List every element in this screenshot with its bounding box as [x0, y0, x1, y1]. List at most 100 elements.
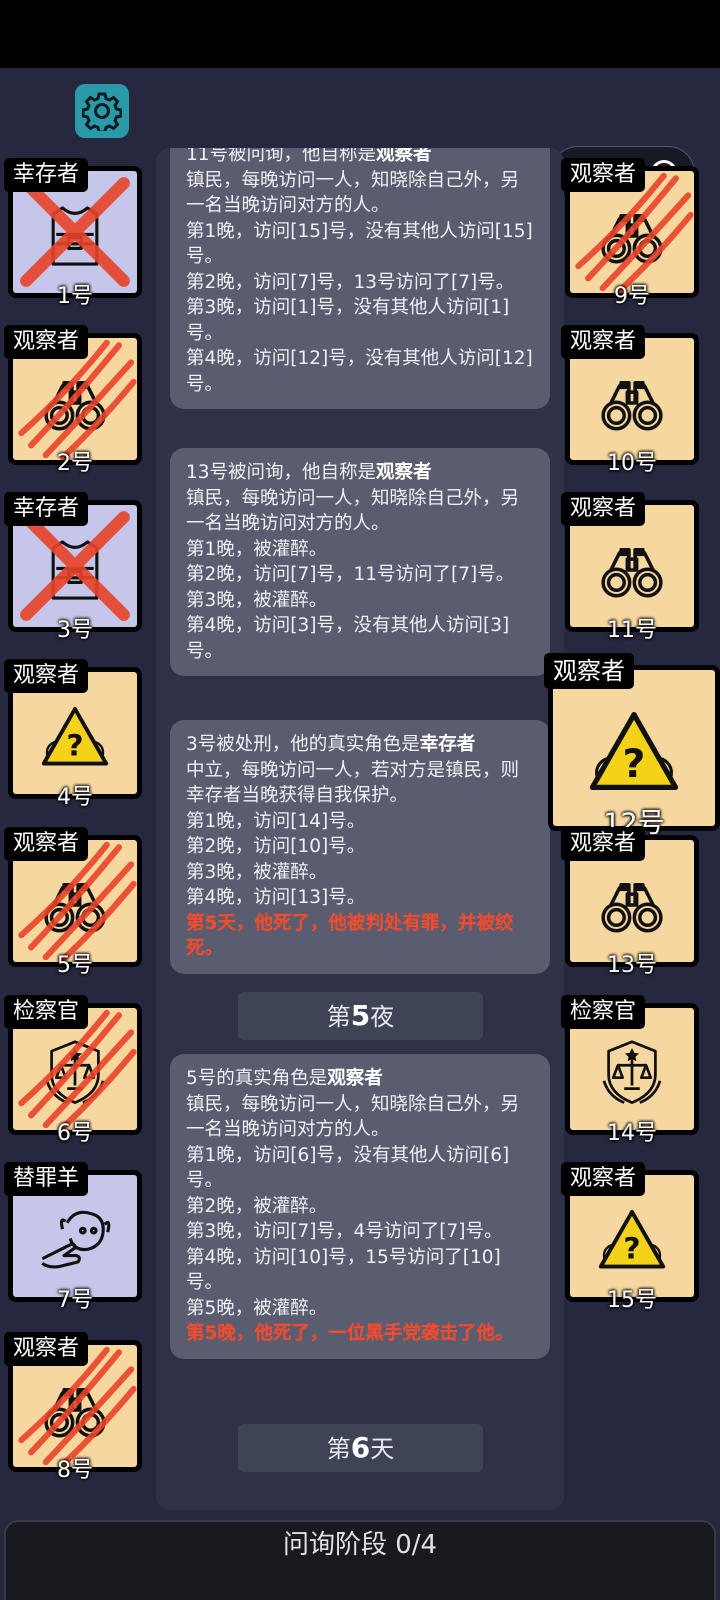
divider-suffix: 天 [370, 1435, 395, 1463]
phase-divider: 第6天 [238, 1424, 483, 1472]
player-role-label: 检察官 [561, 995, 646, 1029]
divider-number: 5 [350, 999, 371, 1032]
player-role-label: 幸存者 [4, 158, 89, 192]
gear-icon [82, 92, 122, 131]
message-line: 第1晚，访问[6]号，没有其他人访问[6]号。 [186, 1144, 510, 1192]
player-number: 13号 [607, 953, 657, 978]
message-line: 镇民，每晚访问一人，知晓除自己外，另一名当晚访问对方的人。 [186, 1093, 520, 1141]
divider-suffix: 夜 [370, 1003, 395, 1031]
message-header: 11号被问询，他自称是 [186, 148, 377, 165]
message-line: 镇民，每晚访问一人，知晓除自己外，另一名当晚访问对方的人。 [186, 169, 520, 217]
phase-label: 问询阶段 0/4 [282, 1530, 438, 1560]
player-card[interactable]: 观察者 11号 [561, 492, 699, 643]
player-role-label: 检察官 [4, 995, 89, 1029]
player-number: 3号 [57, 618, 93, 643]
message-line: 第4晚，访问[10]号，15号访问了[10]号。 [186, 1246, 501, 1294]
message-card: 3号被处刑，他的真实角色是幸存者 中立，每晚访问一人，若对方是镇民，则幸存者当晚… [170, 720, 550, 974]
death-notice: 第5晚，他死了，一位黑手党袭击了他。 [186, 1323, 514, 1344]
player-role-label: 观察者 [561, 325, 646, 359]
player-number: 2号 [57, 451, 93, 476]
message-line: 第4晚，访问[3]号，没有其他人访问[3]号。 [186, 615, 510, 662]
message-line: 第5晚，被灌醉。 [186, 1297, 328, 1319]
player-number: 1号 [57, 284, 93, 309]
warning-icon: ? [567, 700, 701, 804]
player-card[interactable]: 观察者 5号 [4, 827, 142, 978]
player-number: 5号 [57, 953, 93, 978]
player-card[interactable]: 观察者 13号 [561, 827, 699, 978]
player-number: 8号 [57, 1458, 93, 1483]
player-role-label: 替罪羊 [4, 1162, 89, 1196]
message-header: 5号的真实角色是 [186, 1068, 328, 1089]
player-card[interactable]: ? 观察者 12号 [544, 653, 720, 839]
player-role-label: 观察者 [561, 1162, 646, 1196]
settings-button[interactable] [75, 84, 129, 138]
message-line: 第3晚，被灌醉。 [186, 861, 328, 883]
player-number: 9号 [614, 284, 650, 309]
svg-text:?: ? [623, 741, 646, 787]
player-card[interactable]: 检察官 14号 [561, 995, 699, 1146]
player-card[interactable]: ? 观察者 15号 [561, 1162, 699, 1313]
message-line: 第3晚，被灌醉。 [186, 589, 328, 611]
divider-number: 6 [350, 1431, 371, 1464]
message-line: 第4晚，访问[12]号，没有其他人访问[12]号。 [186, 348, 533, 395]
svg-text:?: ? [66, 728, 83, 763]
message-card: 5号的真实角色是观察者 镇民，每晚访问一人，知晓除自己外，另一名当晚访问对方的人… [170, 1054, 550, 1359]
message-card: 11号被问询，他自称是观察者 镇民，每晚访问一人，知晓除自己外，另一名当晚访问对… [170, 148, 550, 409]
message-line: 第1晚，访问[15]号，没有其他人访问[15]号。 [186, 220, 533, 268]
player-number: 4号 [57, 785, 93, 810]
death-notice: 第5天，他死了，他被判处有罪，并被绞死。 [186, 912, 514, 960]
divider-prefix: 第 [326, 1435, 351, 1463]
player-role-label: 观察者 [561, 158, 646, 192]
message-feed[interactable]: 11号被问询，他自称是观察者 镇民，每晚访问一人，知晓除自己外，另一名当晚访问对… [156, 148, 564, 1510]
player-card[interactable]: 检察官 6号 [4, 995, 142, 1146]
player-card[interactable]: ? 观察者 4号 [4, 659, 142, 810]
player-number: 11号 [607, 618, 657, 643]
message-header: 3号被处刑，他的真实角色是 [186, 734, 420, 755]
justice-badge-icon [584, 1034, 680, 1112]
player-card[interactable]: 观察者 2号 [4, 325, 142, 476]
warning-icon: ? [27, 698, 123, 776]
player-role-label: 观察者 [561, 827, 646, 861]
message-line: 第1晚，访问[14]号。 [186, 810, 366, 832]
player-role-label: 观察者 [4, 827, 89, 861]
scapegoat-icon [27, 1201, 123, 1279]
player-card[interactable]: 观察者 10号 [561, 325, 699, 476]
message-line: 镇民，每晚访问一人，知晓除自己外，另一名当晚访问对方的人。 [186, 487, 520, 535]
phase-divider: 第5夜 [238, 992, 483, 1040]
player-number: 7号 [57, 1288, 93, 1313]
binoculars-icon [584, 531, 680, 609]
player-number: 10号 [607, 451, 657, 476]
player-role-label: 幸存者 [4, 492, 89, 526]
player-card[interactable]: 幸存者 1号 [4, 158, 142, 309]
player-number: 14号 [607, 1121, 657, 1146]
player-card[interactable]: 替罪羊 7号 [4, 1162, 142, 1313]
message-line: 第3晚，访问[7]号，4号访问了[7]号。 [186, 1221, 503, 1242]
phase-bar: 问询阶段 0/4 [4, 1520, 716, 1600]
message-line: 第2晚，被灌醉。 [186, 1195, 328, 1217]
player-role-label: 观察者 [4, 325, 89, 359]
player-role-label: 观察者 [4, 659, 89, 693]
player-card[interactable]: 观察者 8号 [4, 1332, 142, 1483]
player-role-label: 观察者 [561, 492, 646, 526]
status-bar [0, 0, 720, 68]
message-line: 第2晚，访问[7]号，13号访问了[7]号。 [186, 271, 515, 293]
player-card[interactable]: 幸存者 3号 [4, 492, 142, 643]
message-line: 第2晚，访问[7]号，11号访问了[7]号。 [186, 564, 515, 585]
warning-icon: ? [584, 1201, 680, 1279]
message-role: 幸存者 [419, 734, 476, 755]
message-role: 观察者 [376, 462, 432, 483]
message-card: 13号被问询，他自称是观察者 镇民，每晚访问一人，知晓除自己外，另一名当晚访问对… [170, 448, 550, 676]
message-line: 第4晚，访问[13]号。 [186, 887, 366, 908]
binoculars-icon [584, 866, 680, 944]
player-role-label: 观察者 [4, 1332, 89, 1366]
message-header: 13号被问询，他自称是 [186, 462, 377, 483]
divider-prefix: 第 [326, 1003, 351, 1031]
player-card[interactable]: 观察者 9号 [561, 158, 699, 309]
message-line: 第1晚，被灌醉。 [186, 538, 328, 560]
message-role: 观察者 [327, 1068, 383, 1089]
player-number: 15号 [607, 1288, 657, 1313]
message-line: 中立，每晚访问一人，若对方是镇民，则幸存者当晚获得自我保护。 [186, 759, 520, 807]
message-role: 观察者 [376, 148, 432, 165]
message-line: 第2晚，访问[10]号。 [186, 836, 366, 857]
binoculars-icon [584, 364, 680, 442]
